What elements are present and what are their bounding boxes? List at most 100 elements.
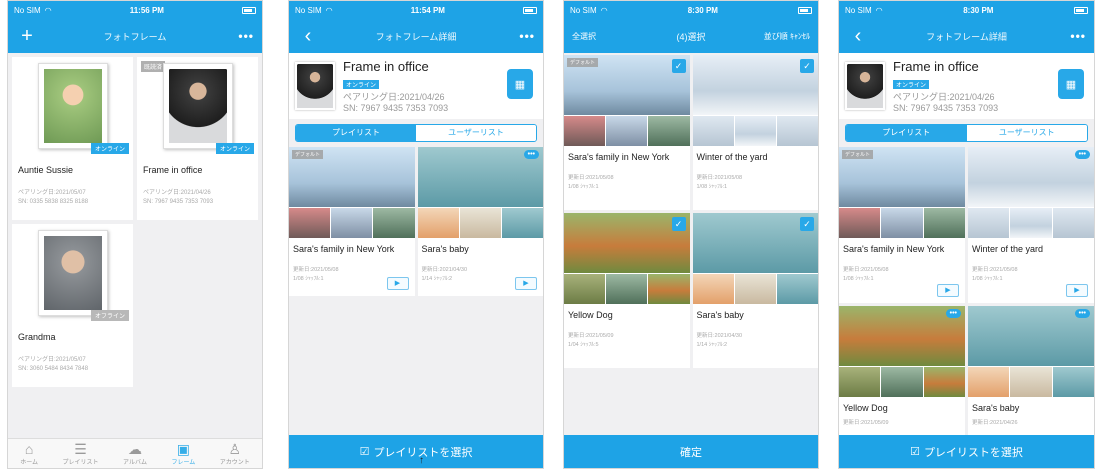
playlist-collage: ••• (968, 147, 1094, 238)
play-button[interactable]: ▶ (1066, 284, 1088, 297)
playlist-meta: 更新日:2021/05/09 (839, 419, 965, 428)
read-tag: 既読済 (141, 61, 166, 72)
shuffle-setting: ｼｬｯﾌﾙ:5 (580, 342, 599, 348)
default-tag: デフォルト (842, 150, 874, 159)
tab-album[interactable]: ☁ アルバム (123, 441, 147, 466)
status-bar: No SIM ◠ 11:56 PM (8, 1, 262, 19)
frame-meta: ペアリング日:2021/05/07 SN: 3060 5484 8434 784… (18, 356, 127, 374)
frame-thumbnail (37, 230, 108, 316)
frame-card[interactable]: オンライン Auntie Sussie ペアリング日:2021/05/07 SN… (12, 57, 133, 220)
playlist-card[interactable]: デフォルト ✓ Sara's family in New York 更新日:20… (564, 55, 690, 210)
playlist-name: Winter of the yard (972, 244, 1044, 254)
tab-label: アカウント (219, 460, 250, 466)
photo-count: 1/14 (421, 276, 433, 282)
qr-code-button[interactable]: ▦ (507, 69, 533, 99)
back-icon[interactable]: ‹ (847, 26, 869, 46)
more-icon[interactable]: ••• (1074, 309, 1090, 318)
playlist-meta: 更新日:2021/05/08 1/08 ｼｬｯﾌﾙ:1 (564, 174, 690, 192)
playlist-collage: ✓ (692, 55, 818, 146)
select-playlist-button[interactable]: ☑ プレイリストを選択 (289, 435, 543, 468)
screen-playlist-select: No SIM ◠ 8:30 PM 全選択 (4)選択 並び順 ｷｬﾝｾﾙ デフォル… (563, 0, 819, 469)
status-badge: オフライン (90, 310, 129, 321)
play-button[interactable]: ▶ (515, 277, 537, 290)
updated-date: 更新日:2021/05/08 (568, 175, 614, 181)
playlist-card[interactable]: ••• Sara's baby 更新日:2021/04/30 1/14 ｼｬｯﾌ… (417, 147, 543, 296)
select-playlist-button[interactable]: ☑ プレイリストを選択 (839, 435, 1094, 468)
frame-card[interactable]: オフライン Grandma ペアリング日:2021/05/07 SN: 3060… (12, 224, 133, 387)
pairing-date: ペアリング日:2021/05/07 (18, 190, 86, 196)
qr-icon: ▦ (514, 78, 526, 91)
check-icon[interactable]: ✓ (800, 59, 814, 73)
page-title: フォトフレーム (103, 31, 167, 42)
playlist-card[interactable]: ✓ Sara's baby 更新日:2021/04/30 1/14 ｼｬｯﾌﾙ:… (692, 213, 818, 368)
updated-date: 更新日:2021/05/09 (568, 333, 614, 339)
playlist-card[interactable]: ••• Sara's baby 更新日:2021/04/26 (968, 306, 1094, 446)
frame-card[interactable]: 既読済 オンライン Frame in office ペアリング日:2021/04… (137, 57, 258, 220)
tab-label: アルバム (123, 460, 147, 466)
device-thumbnail (295, 62, 335, 110)
more-icon[interactable]: ••• (1070, 29, 1086, 43)
select-all-button[interactable]: 全選択 (572, 31, 596, 42)
more-icon[interactable]: ••• (1074, 150, 1090, 159)
playlist-card[interactable]: ••• Winter of the yard 更新日:2021/05/08 1/… (968, 147, 1094, 303)
status-badge: オンライン (893, 79, 930, 89)
updated-date: 更新日:2021/05/08 (293, 267, 339, 273)
check-icon[interactable]: ✓ (671, 59, 686, 73)
playlist-collage: デフォルト ✓ (564, 55, 690, 146)
segment-userlist[interactable]: ユーザーリスト (416, 125, 536, 141)
battery-icon (242, 6, 256, 14)
playlist-collage: ••• (417, 147, 543, 238)
status-badge: オンライン (343, 79, 380, 89)
tab-account[interactable]: ♙ アカウント (220, 441, 250, 466)
segment-control: プレイリスト ユーザーリスト (295, 124, 537, 142)
tab-label: フレーム (171, 460, 196, 466)
more-icon[interactable]: ••• (523, 150, 539, 159)
segment-playlist[interactable]: プレイリスト (296, 125, 416, 141)
play-button[interactable]: ▶ (386, 277, 409, 290)
playlist-meta: 更新日:2021/04/26 (968, 419, 1094, 428)
playlist-name: Sara's baby (972, 403, 1020, 413)
segment-playlist[interactable]: プレイリスト (846, 125, 967, 141)
playlist-collage: ✓ (564, 213, 690, 304)
more-icon[interactable]: ••• (519, 29, 535, 43)
confirm-button[interactable]: 確定 (564, 435, 818, 468)
playlist-grid: デフォルト Sara's family in New York 更新日:2021… (289, 147, 543, 296)
device-name: Frame in office (893, 58, 979, 74)
tab-frame[interactable]: ▣ フレーム (171, 441, 195, 466)
playlist-card[interactable]: ••• Yellow Dog 更新日:2021/05/09 (839, 306, 965, 446)
photo-count: 1/08 (696, 184, 708, 190)
nav-bar: ‹ フォトフレーム詳細 ••• (289, 19, 543, 53)
device-info: Frame in office オンライン ペアリング日:2021/04/26 … (343, 59, 448, 114)
shuffle-setting: ｼｬｯﾌﾙ:1 (305, 276, 324, 282)
playlist-card[interactable]: デフォルト Sara's family in New York 更新日:2021… (839, 147, 965, 303)
playlist-meta: 更新日:2021/05/08 1/08 ｼｬｯﾌﾙ:1 (693, 174, 819, 192)
screen-frame-detail: No SIM ◠ 11:54 PM ‹ フォトフレーム詳細 ••• Frame i… (288, 0, 544, 469)
playlist-name: Winter of the yard (696, 152, 768, 162)
device-info: Frame in office オンライン ペアリング日:2021/04/26 … (893, 59, 998, 114)
more-icon[interactable]: ••• (238, 29, 254, 43)
play-icon: ▶ (1074, 287, 1080, 294)
back-icon[interactable]: ‹ (297, 26, 319, 46)
playlist-grid: デフォルト ✓ Sara's family in New York 更新日:20… (564, 53, 818, 368)
check-icon[interactable]: ✓ (800, 217, 814, 231)
playlist-card[interactable]: デフォルト Sara's family in New York 更新日:2021… (289, 147, 415, 296)
segment-userlist[interactable]: ユーザーリスト (966, 125, 1087, 141)
more-icon[interactable]: ••• (945, 309, 961, 318)
playlist-grid: デフォルト Sara's family in New York 更新日:2021… (839, 147, 1094, 446)
photo-count: 1/08 (568, 184, 579, 190)
qr-code-button[interactable]: ▦ (1058, 69, 1084, 99)
tab-home[interactable]: ⌂ ホーム (20, 441, 38, 466)
play-button[interactable]: ▶ (937, 284, 959, 297)
wifi-icon: ◠ (600, 5, 608, 15)
add-icon[interactable]: + (16, 26, 38, 46)
playlist-card[interactable]: ✓ Winter of the yard 更新日:2021/05/08 1/08… (692, 55, 819, 210)
tab-playlist[interactable]: ☰ プレイリスト (63, 441, 99, 466)
check-icon[interactable]: ✓ (671, 217, 686, 231)
serial-number: SN: 7967 9435 7353 7093 (143, 199, 214, 205)
photo-count: 1/08 (843, 276, 854, 282)
status-bar: No SIM ◠ 11:54 PM (289, 1, 543, 19)
nav-bar: + フォトフレーム ••• (8, 19, 262, 53)
playlist-card[interactable]: ✓ Yellow Dog 更新日:2021/05/09 1/04 ｼｬｯﾌﾙ:5 (564, 213, 690, 368)
sort-cancel-buttons[interactable]: 並び順 ｷｬﾝｾﾙ (764, 31, 810, 42)
play-icon: ▶ (394, 280, 401, 287)
